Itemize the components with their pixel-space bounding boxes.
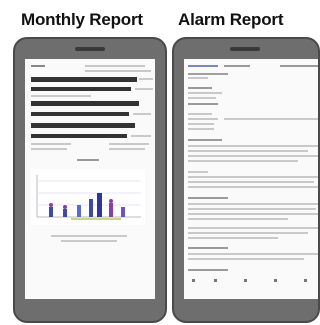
doc-line xyxy=(61,240,117,242)
monthly-report-screen xyxy=(25,59,155,299)
doc-line xyxy=(188,269,228,271)
doc-line xyxy=(188,145,318,147)
chart-point xyxy=(63,205,67,209)
doc-line xyxy=(77,159,99,161)
monthly-report-phone[interactable] xyxy=(13,37,167,323)
chart-bar xyxy=(97,193,102,217)
table-row xyxy=(31,101,139,106)
doc-line xyxy=(31,65,45,67)
doc-line xyxy=(188,92,222,94)
doc-line xyxy=(109,143,149,145)
doc-line xyxy=(188,97,216,99)
status-icon xyxy=(304,279,307,282)
chart-bar xyxy=(77,205,81,217)
monthly-report-label: Monthly Report xyxy=(21,10,143,29)
doc-line xyxy=(85,65,145,67)
status-icon xyxy=(274,279,277,282)
doc-line xyxy=(31,143,71,145)
doc-line xyxy=(133,113,151,115)
doc-line xyxy=(224,65,250,67)
table-row xyxy=(31,112,129,116)
doc-line xyxy=(188,232,308,234)
doc-line xyxy=(188,253,318,255)
doc-line xyxy=(188,77,208,79)
status-icon xyxy=(192,279,195,282)
alarm-report-phone[interactable] xyxy=(172,37,320,323)
table-row xyxy=(31,77,137,82)
table-row xyxy=(31,87,131,91)
doc-line xyxy=(188,87,212,89)
doc-line xyxy=(188,171,208,173)
doc-line xyxy=(109,148,145,150)
table-row xyxy=(31,134,127,138)
doc-line xyxy=(188,247,228,249)
doc-line xyxy=(31,95,91,97)
doc-line xyxy=(31,148,67,150)
doc-line xyxy=(51,235,127,237)
doc-line xyxy=(188,227,318,229)
doc-line xyxy=(188,73,228,75)
doc-line xyxy=(188,218,288,220)
chart-bar xyxy=(49,207,53,217)
doc-line xyxy=(188,123,214,125)
chart-bar xyxy=(89,199,93,217)
doc-line xyxy=(188,176,318,178)
doc-line xyxy=(224,118,318,120)
doc-line xyxy=(188,203,318,205)
doc-line xyxy=(188,155,318,157)
doc-line xyxy=(85,70,151,72)
doc-line xyxy=(280,65,318,67)
chart-point xyxy=(109,199,113,203)
doc-line xyxy=(188,103,218,105)
doc-line xyxy=(188,208,316,210)
alarm-report-screen xyxy=(184,59,318,299)
doc-line xyxy=(131,135,151,137)
doc-line xyxy=(188,197,228,199)
table-row xyxy=(31,123,135,128)
status-icon xyxy=(214,279,217,282)
phone-speaker xyxy=(75,47,105,51)
doc-line xyxy=(188,181,314,183)
doc-line xyxy=(188,213,318,215)
monthly-chart xyxy=(31,169,145,225)
doc-line xyxy=(188,128,214,130)
chart-bar xyxy=(63,209,67,217)
doc-line xyxy=(139,78,153,80)
doc-line xyxy=(188,186,318,188)
doc-line xyxy=(188,139,222,141)
phone-speaker xyxy=(230,47,260,51)
alarm-report-label: Alarm Report xyxy=(178,10,284,29)
chart-point xyxy=(49,203,53,207)
doc-line xyxy=(188,113,212,115)
doc-line xyxy=(188,118,218,120)
chart-bar xyxy=(109,203,113,217)
doc-line xyxy=(135,88,153,90)
doc-line xyxy=(188,160,298,162)
chart-bar xyxy=(121,207,125,217)
doc-line xyxy=(188,237,278,239)
status-icon xyxy=(244,279,247,282)
doc-line xyxy=(188,258,304,260)
doc-line xyxy=(188,150,308,152)
doc-line xyxy=(188,65,218,67)
